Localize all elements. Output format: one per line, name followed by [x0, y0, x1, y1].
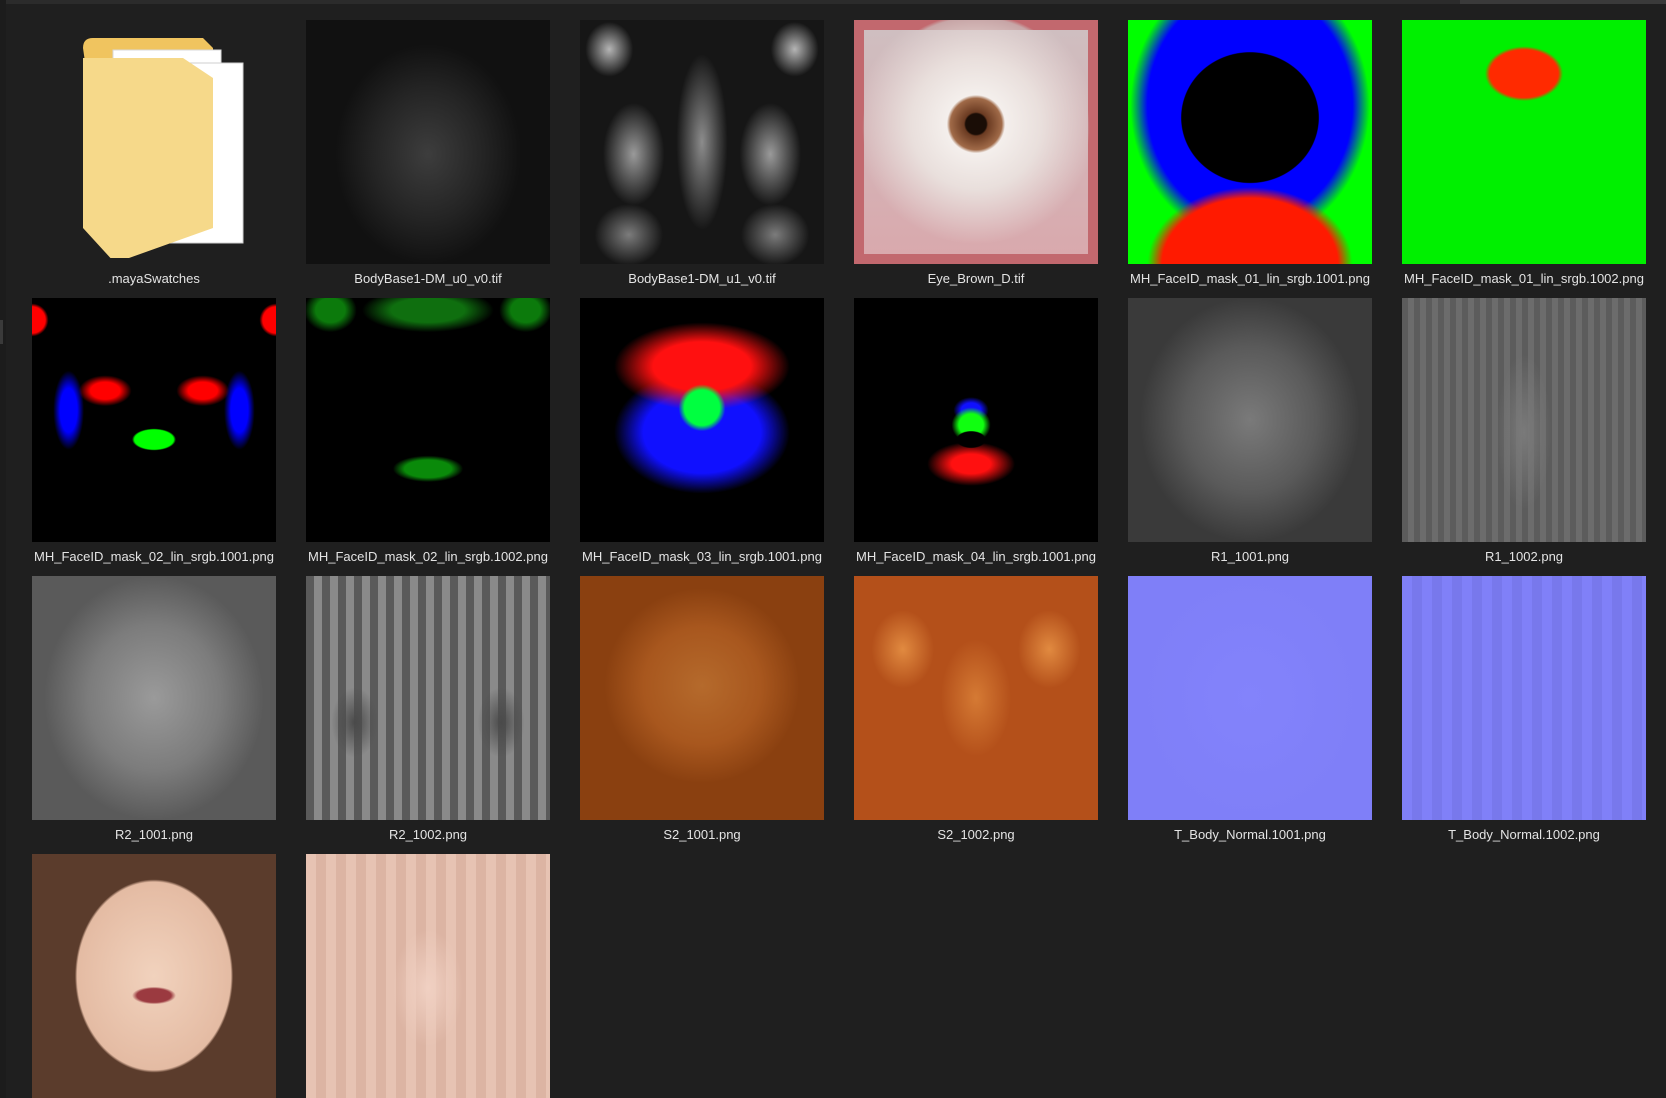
file-item[interactable]: MH_FaceID_mask_03_lin_srgb.1001.png	[561, 278, 829, 564]
file-item[interactable]: MH_FaceID_mask_01_lin_srgb.1002.png	[1383, 0, 1651, 286]
thumbnail-image	[854, 298, 1098, 542]
thumbnail-image	[1128, 576, 1372, 820]
file-name-label: S2_1002.png	[937, 827, 1015, 842]
thumbnail-image	[580, 20, 824, 264]
thumbnail-image	[306, 20, 550, 264]
file-item[interactable]: S2_1001.png	[561, 556, 829, 842]
file-item[interactable]: R2_1001.png	[13, 556, 281, 842]
thumbnail-image	[32, 298, 276, 542]
file-item[interactable]: T_Body_Normal.1001.png	[1109, 556, 1377, 842]
file-item[interactable]: Eye_Brown_D.tif	[835, 0, 1103, 286]
file-item[interactable]: R1_1001.png	[1109, 278, 1377, 564]
file-item[interactable]: R1_1002.png	[1383, 278, 1651, 564]
file-item[interactable]: MH_FaceID_mask_04_lin_srgb.1001.png	[835, 278, 1103, 564]
file-item[interactable]	[287, 834, 555, 1098]
folder-item[interactable]: .mayaSwatches	[13, 0, 281, 286]
thumbnail-image	[1128, 298, 1372, 542]
thumbnail-image	[854, 576, 1098, 820]
thumbnail-image	[1128, 20, 1372, 264]
thumbnail-image	[306, 854, 550, 1098]
thumbnail-image	[32, 576, 276, 820]
file-item[interactable]: BodyBase1-DM_u0_v0.tif	[287, 0, 555, 286]
file-item[interactable]: S2_1002.png	[835, 556, 1103, 842]
folder-icon	[83, 38, 253, 263]
thumbnail-image	[1402, 298, 1646, 542]
thumbnail-image	[580, 576, 824, 820]
file-item[interactable]: BodyBase1-DM_u1_v0.tif	[561, 0, 829, 286]
file-item[interactable]: T_Body_Normal.1002.png	[1383, 556, 1651, 842]
eye-texture	[864, 30, 1088, 254]
file-item[interactable]: MH_FaceID_mask_01_lin_srgb.1001.png	[1109, 0, 1377, 286]
thumbnail-image	[854, 20, 1098, 264]
file-item[interactable]: MH_FaceID_mask_02_lin_srgb.1001.png	[13, 278, 281, 564]
thumbnail-image	[306, 298, 550, 542]
file-name-label: T_Body_Normal.1002.png	[1448, 827, 1600, 842]
file-item[interactable]	[13, 834, 281, 1098]
thumbnail-image	[32, 854, 276, 1098]
file-thumbnail-grid: .mayaSwatches BodyBase1-DM_u0_v0.tif BodyB…	[0, 0, 1666, 1098]
file-item[interactable]: R2_1002.png	[287, 556, 555, 842]
file-name-label: S2_1001.png	[663, 827, 741, 842]
thumbnail-image	[1402, 20, 1646, 264]
thumbnail-image	[1402, 576, 1646, 820]
file-item[interactable]: MH_FaceID_mask_02_lin_srgb.1002.png	[287, 278, 555, 564]
thumbnail-image	[580, 298, 824, 542]
file-name-label: T_Body_Normal.1001.png	[1174, 827, 1326, 842]
thumbnail-image	[306, 576, 550, 820]
